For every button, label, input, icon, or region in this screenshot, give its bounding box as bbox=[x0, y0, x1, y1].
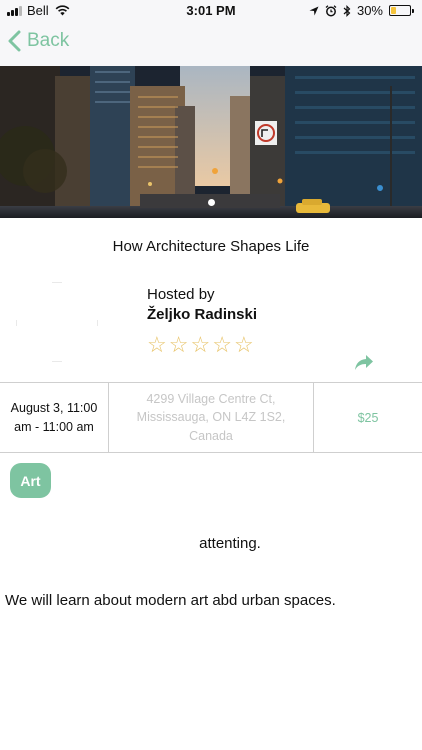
star-icon[interactable]: ☆ bbox=[234, 334, 254, 356]
city-photo bbox=[0, 66, 422, 218]
event-date-time: August 3, 11:00 am - 11:00 am bbox=[0, 383, 109, 452]
battery-level bbox=[391, 7, 397, 14]
share-arrow-icon bbox=[355, 355, 373, 370]
rating-stars[interactable]: ☆ ☆ ☆ ☆ ☆ bbox=[147, 334, 254, 356]
status-bar: Bell 3:01 PM 30% bbox=[0, 0, 422, 22]
back-label: Back bbox=[27, 30, 70, 51]
back-button[interactable]: Back bbox=[8, 30, 69, 52]
star-icon[interactable]: ☆ bbox=[147, 334, 167, 356]
star-icon[interactable]: ☆ bbox=[212, 334, 232, 356]
location-icon bbox=[309, 6, 319, 15]
host-name[interactable]: Željko Radinski bbox=[147, 306, 257, 323]
chevron-left-icon bbox=[8, 30, 21, 52]
event-price: $25 bbox=[357, 410, 379, 425]
hosted-by-label: Hosted by bbox=[147, 286, 215, 303]
carousel-page-indicator[interactable] bbox=[0, 199, 422, 206]
event-hero-image[interactable] bbox=[0, 66, 422, 218]
page-dot[interactable] bbox=[207, 199, 215, 206]
navigation-bar: Back bbox=[0, 22, 422, 66]
category-tag[interactable]: Art bbox=[10, 463, 51, 498]
battery-percent: 30% bbox=[356, 3, 383, 18]
attending-text: attenting. bbox=[199, 535, 261, 552]
star-icon[interactable]: ☆ bbox=[169, 334, 189, 356]
bluetooth-icon bbox=[343, 4, 351, 17]
event-address[interactable]: 4299 Village Centre Ct, Mississauga, ON … bbox=[109, 383, 314, 452]
host-avatar[interactable] bbox=[16, 282, 98, 362]
battery-icon bbox=[389, 5, 414, 16]
alarm-icon bbox=[325, 4, 337, 16]
share-button[interactable] bbox=[354, 354, 374, 376]
host-info: Hosted by Željko Radinski bbox=[147, 286, 257, 323]
event-info-row: August 3, 11:00 am - 11:00 am 4299 Villa… bbox=[0, 382, 422, 453]
status-icons: 30% bbox=[309, 3, 414, 18]
event-description: We will learn about modern art abd urban… bbox=[5, 592, 336, 609]
star-icon[interactable]: ☆ bbox=[190, 334, 210, 356]
event-title: How Architecture Shapes Life bbox=[112, 238, 310, 255]
